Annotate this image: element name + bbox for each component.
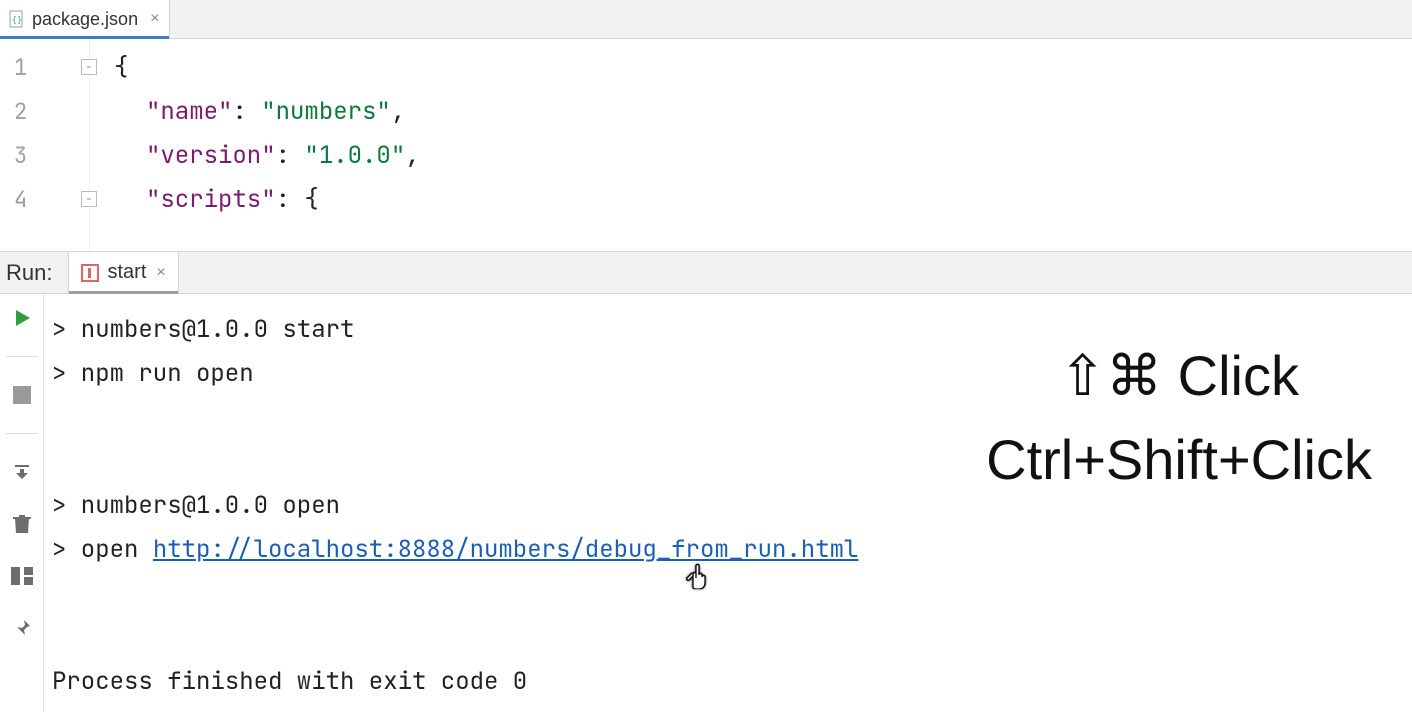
close-icon[interactable]: × xyxy=(150,10,159,28)
editor-tab-label: package.json xyxy=(32,9,138,30)
pin-button[interactable] xyxy=(8,614,36,642)
layout-button[interactable] xyxy=(8,562,36,590)
code-line[interactable]: "name": "numbers", xyxy=(90,89,1412,133)
separator xyxy=(6,356,38,357)
console-line xyxy=(52,396,1404,440)
console-line: > npm run open xyxy=(52,352,1404,396)
editor-tab-package-json[interactable]: {} package.json × xyxy=(0,0,170,38)
console-output[interactable]: > numbers@1.0.0 start> npm run open > nu… xyxy=(44,294,1412,712)
console-url-link[interactable]: http://localhost:8888/numbers/debug_from… xyxy=(153,534,859,565)
console-line: > numbers@1.0.0 open xyxy=(52,484,1404,528)
separator xyxy=(6,433,38,434)
gutter-line: 3 xyxy=(0,133,89,177)
run-panel-body: > numbers@1.0.0 start> npm run open > nu… xyxy=(0,294,1412,712)
console-exit-line: Process finished with exit code 0 xyxy=(52,660,1404,704)
gutter-line: 4− xyxy=(0,177,89,221)
json-file-icon: {} xyxy=(8,10,26,28)
console-line: > numbers@1.0.0 start xyxy=(52,308,1404,352)
run-tab-label: start xyxy=(107,261,146,284)
clear-button[interactable] xyxy=(8,510,36,538)
stop-button[interactable] xyxy=(8,381,36,409)
gutter-line: 2 xyxy=(0,89,89,133)
editor-code[interactable]: {"name": "numbers","version": "1.0.0","s… xyxy=(90,39,1412,251)
run-title: Run: xyxy=(0,252,68,293)
fold-marker-icon[interactable]: − xyxy=(81,59,97,75)
code-line[interactable]: "version": "1.0.0", xyxy=(90,133,1412,177)
editor-gutter: 1−234− xyxy=(0,39,90,251)
scroll-down-button[interactable] xyxy=(8,458,36,486)
fold-marker-icon[interactable]: − xyxy=(81,191,97,207)
editor-tab-bar: {} package.json × xyxy=(0,0,1412,39)
close-icon[interactable]: × xyxy=(156,264,165,282)
run-button[interactable] xyxy=(8,304,36,332)
gutter-line: 1− xyxy=(0,45,89,89)
npm-run-icon xyxy=(81,264,99,282)
code-line[interactable]: "scripts": { xyxy=(90,177,1412,221)
code-line[interactable]: { xyxy=(90,45,1412,89)
editor-area[interactable]: 1−234− {"name": "numbers","version": "1.… xyxy=(0,39,1412,251)
run-tab-start[interactable]: start × xyxy=(68,252,178,293)
console-line: > open http://localhost:8888/numbers/deb… xyxy=(52,528,1404,572)
console-line xyxy=(52,440,1404,484)
svg-text:{}: {} xyxy=(12,16,23,26)
run-toolbar xyxy=(0,294,44,712)
run-panel-header: Run: start × xyxy=(0,251,1412,294)
